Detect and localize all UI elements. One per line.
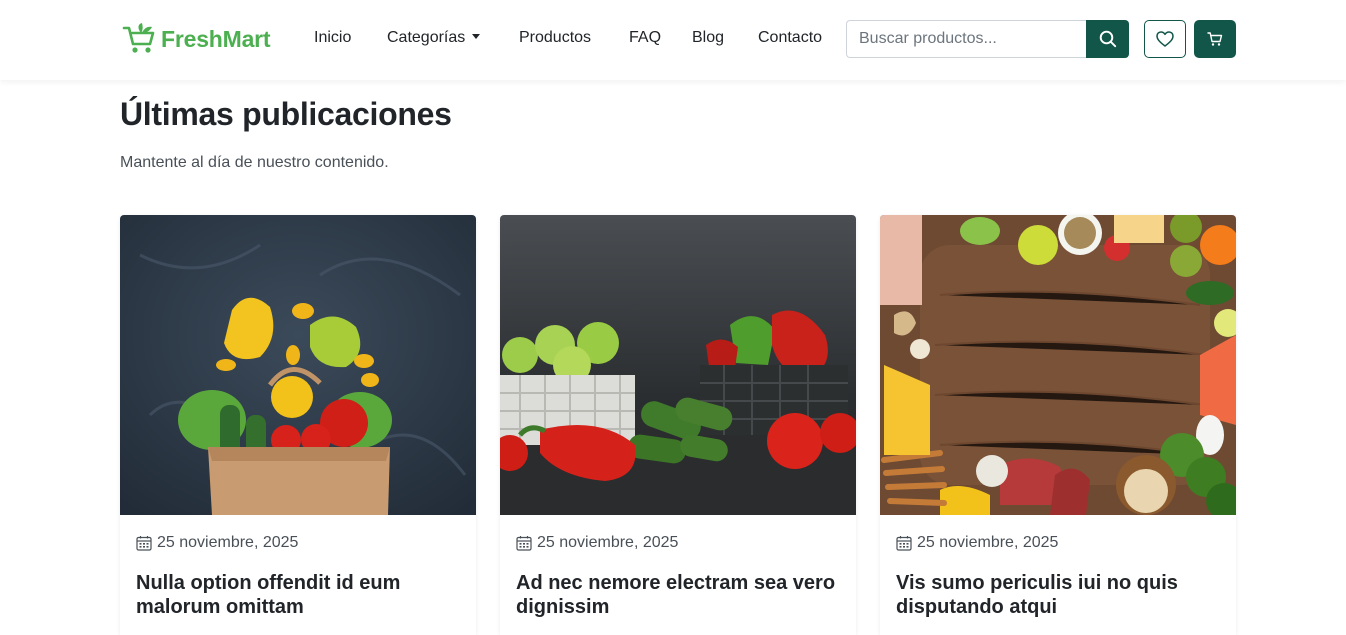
nav-link-inicio[interactable]: Inicio: [314, 29, 351, 47]
post-date-text: 25 noviembre, 2025: [537, 534, 679, 551]
nav-link-contacto[interactable]: Contacto: [758, 29, 822, 47]
navbar: FreshMart Inicio Categorías Productos FA…: [0, 0, 1346, 80]
blog-card[interactable]: 25 noviembre, 2025 Nulla option offendit…: [120, 215, 476, 635]
post-date: 25 noviembre, 2025: [896, 534, 1058, 552]
post-title[interactable]: Nulla option offendit id eum malorum omi…: [136, 571, 456, 619]
nav-link-productos[interactable]: Productos: [519, 29, 591, 47]
blog-card[interactable]: 25 noviembre, 2025 Vis sumo periculis iu…: [880, 215, 1236, 635]
post-title[interactable]: Ad nec nemore electram sea vero dignissi…: [516, 571, 836, 619]
nav-link-categorias[interactable]: Categorías: [387, 29, 481, 47]
post-date: 25 noviembre, 2025: [516, 534, 678, 552]
calendar-icon: [896, 536, 912, 551]
chevron-down-icon: [472, 34, 481, 39]
post-image[interactable]: [120, 215, 476, 515]
brand-name: FreshMart: [161, 25, 271, 52]
calendar-icon: [516, 536, 532, 551]
post-date-text: 25 noviembre, 2025: [917, 534, 1059, 551]
blog-card[interactable]: 25 noviembre, 2025 Ad nec nemore electra…: [500, 215, 856, 635]
nav-link-faq[interactable]: FAQ: [629, 29, 661, 47]
search-form: [846, 20, 1129, 58]
post-image[interactable]: [500, 215, 856, 515]
nav-link-blog[interactable]: Blog: [692, 29, 724, 47]
calendar-icon: [136, 536, 152, 551]
post-title[interactable]: Vis sumo periculis iui no quis disputand…: [896, 571, 1216, 619]
search-input[interactable]: [846, 20, 1087, 58]
search-button[interactable]: [1086, 20, 1129, 58]
section-subtitle: Mantente al día de nuestro contenido.: [120, 154, 389, 171]
shopping-cart-leaf-icon: [122, 23, 155, 53]
cart-icon: [1207, 32, 1223, 46]
heart-icon: [1156, 31, 1174, 47]
post-date: 25 noviembre, 2025: [136, 534, 298, 552]
post-image[interactable]: [880, 215, 1236, 515]
brand-logo[interactable]: FreshMart: [122, 22, 271, 56]
wishlist-button[interactable]: [1144, 20, 1186, 58]
post-date-text: 25 noviembre, 2025: [157, 534, 299, 551]
nav-link-categorias-label: Categorías: [387, 29, 466, 46]
cart-button[interactable]: [1194, 20, 1236, 58]
section-title: Últimas publicaciones: [120, 96, 452, 132]
search-icon: [1099, 30, 1116, 48]
